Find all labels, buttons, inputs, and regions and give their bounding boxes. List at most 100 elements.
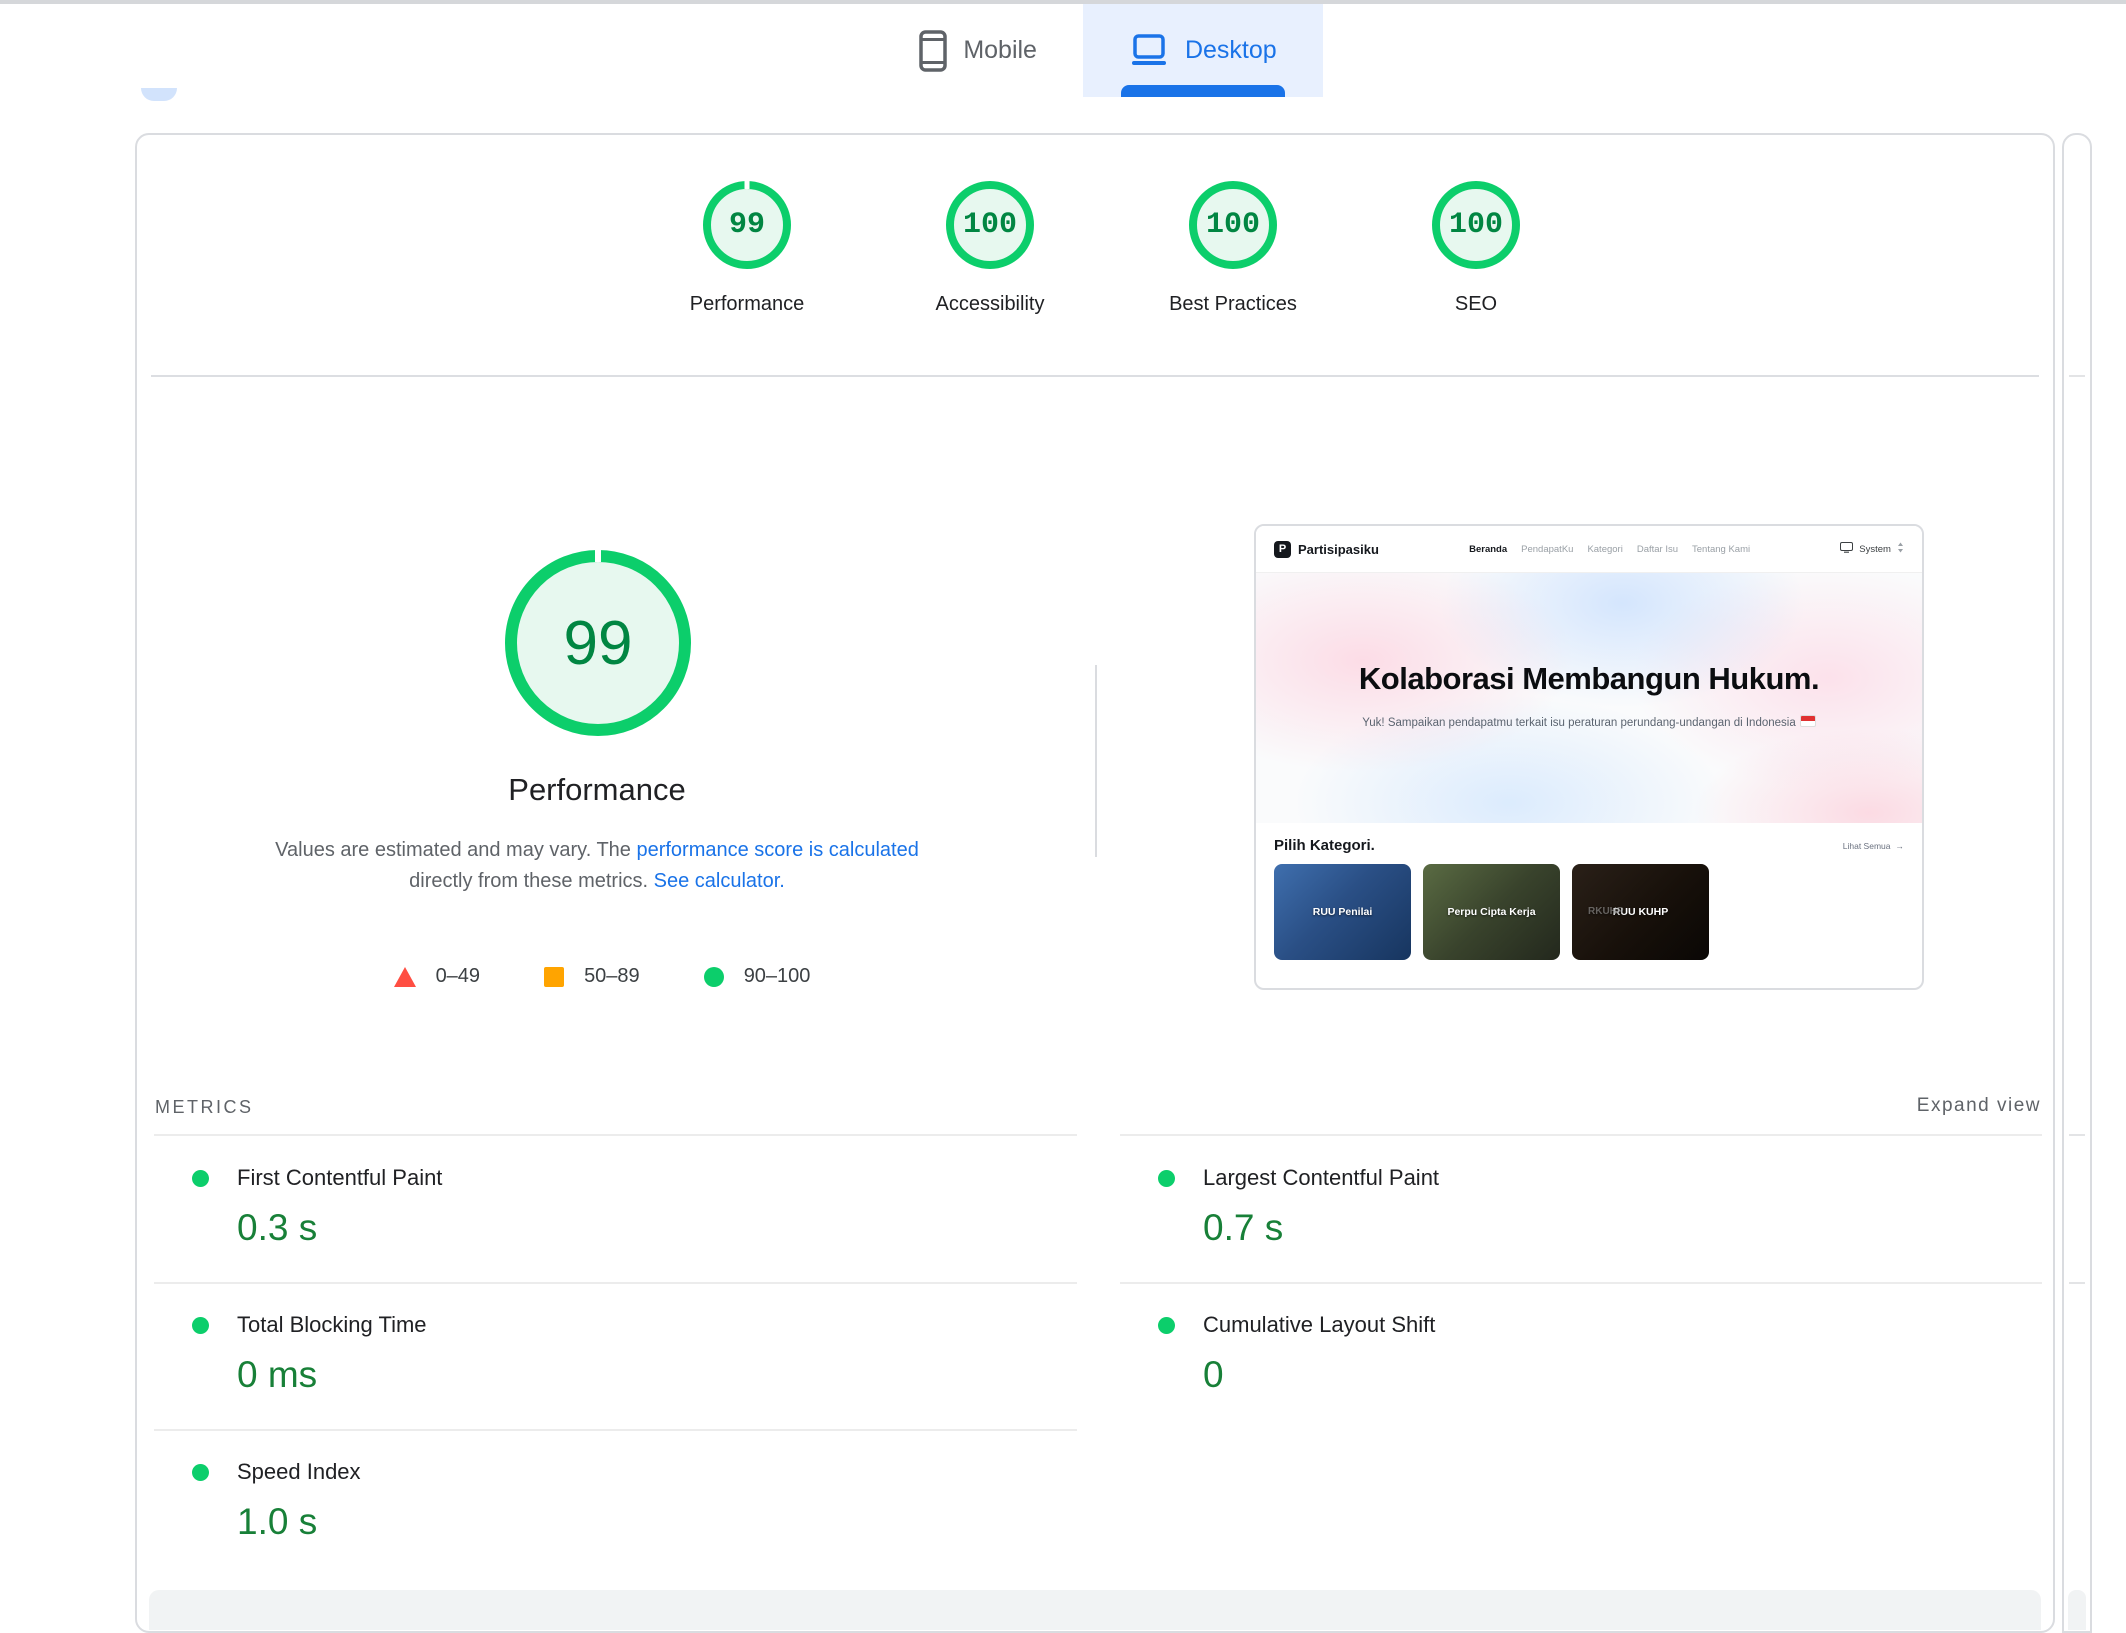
metric-value: 0 ms	[237, 1354, 318, 1395]
select-chevrons-icon	[1897, 542, 1904, 556]
thumb-brand: P Partisipasiku	[1274, 540, 1379, 558]
performance-score-label: Performance	[689, 293, 805, 315]
tab-selected-indicator	[1120, 85, 1285, 97]
metric-first-contentful-paint: First Contentful Paint 0.3 s	[192, 1165, 442, 1249]
thumb-category-cards: RUU Penilai Perpu Cipta Kerja RKUHP RUU …	[1256, 864, 1922, 960]
device-tabs: Mobile Desktop	[873, 4, 1323, 97]
pass-circle-icon	[703, 966, 724, 987]
thumb-brand-logo: P	[1274, 540, 1291, 558]
legend-pass: 90–100	[703, 965, 811, 988]
legend-pass-range: 90–100	[743, 965, 811, 987]
scores-divider	[151, 375, 2039, 377]
calculation-link[interactable]: performance score is calculated	[636, 839, 918, 861]
metric-name: Speed Index	[237, 1459, 361, 1484]
thumb-hero-title: Kolaborasi Membangun Hukum.	[1358, 661, 1820, 696]
tab-desktop[interactable]: Desktop	[1082, 4, 1323, 97]
seo-score-ring: 100	[1432, 181, 1520, 269]
score-best-practices[interactable]: 100 Best Practices	[1112, 181, 1355, 316]
tab-mobile-label: Mobile	[963, 36, 1037, 64]
score-description: Values are estimated and may vary. The p…	[207, 835, 987, 897]
metric-name: Cumulative Layout Shift	[1203, 1312, 1436, 1337]
thumb-card-ghost-text: RKUHP	[1588, 906, 1624, 917]
indonesia-flag-icon	[1799, 715, 1816, 727]
thumb-theme-select: System	[1840, 542, 1904, 556]
metrics-divider	[1120, 1282, 2042, 1284]
expand-view-button[interactable]: Expand view	[1917, 1095, 2041, 1117]
collapsed-section-bar	[149, 1590, 2041, 1630]
thumb-theme-label: System	[1859, 543, 1891, 555]
accessibility-score-label: Accessibility	[935, 293, 1045, 315]
metric-value: 1.0 s	[237, 1501, 318, 1542]
performance-score-value: 99	[728, 208, 765, 242]
metric-cumulative-layout-shift: Cumulative Layout Shift 0	[1158, 1312, 1435, 1396]
legend-fail: 0–49	[393, 965, 481, 988]
score-accessibility[interactable]: 100 Accessibility	[869, 181, 1112, 316]
thumb-card-perpu-cipta-kerja: Perpu Cipta Kerja	[1423, 864, 1560, 960]
performance-gauge: 99	[505, 549, 691, 736]
metric-name: Largest Contentful Paint	[1203, 1165, 1440, 1190]
pass-dot-icon	[192, 1316, 209, 1334]
performance-gauge-value: 99	[563, 608, 633, 678]
thumb-category-title: Pilih Kategori.	[1274, 837, 1375, 854]
score-seo[interactable]: 100 SEO	[1355, 181, 1598, 316]
legend-fail-range: 0–49	[435, 965, 481, 987]
metrics-divider	[154, 1282, 1077, 1284]
average-square-icon	[544, 966, 565, 987]
device-tabbar: Mobile Desktop	[0, 4, 2126, 97]
metric-value: 0	[1203, 1354, 1224, 1395]
best-practices-score-label: Best Practices	[1169, 293, 1297, 315]
metric-name: Total Blocking Time	[237, 1312, 427, 1337]
thumb-nav: Beranda PendapatKu Kategori Daftar Isu T…	[1469, 544, 1750, 555]
accessibility-score-ring: 100	[946, 181, 1034, 269]
scrolled-element-remnant	[141, 88, 177, 101]
category-scores-row: 99 Performance 100 Accessibility 100 Bes…	[137, 180, 2053, 316]
metric-largest-contentful-paint: Largest Contentful Paint 0.7 s	[1158, 1165, 1439, 1249]
monitor-icon	[1840, 542, 1854, 556]
pass-dot-icon	[1158, 1169, 1175, 1187]
performance-gauge-title: Performance	[508, 772, 686, 807]
thumb-card-ruu-kuhp: RKUHP RUU KUHP	[1572, 864, 1709, 960]
best-practices-score-ring: 100	[1189, 181, 1277, 269]
tab-desktop-label: Desktop	[1184, 36, 1277, 64]
thumb-brand-name: Partisipasiku	[1298, 541, 1379, 557]
legend-average: 50–89	[544, 965, 640, 988]
accessibility-score-value: 100	[962, 208, 1017, 242]
thumb-site-header: P Partisipasiku Beranda PendapatKu Kateg…	[1256, 526, 1922, 573]
pass-dot-icon	[192, 1463, 209, 1481]
description-text-2: directly from these metrics.	[409, 870, 654, 892]
thumb-nav-item: Kategori	[1587, 543, 1623, 555]
best-practices-score-value: 100	[1205, 208, 1260, 242]
metrics-divider	[154, 1134, 1077, 1136]
description-text-1: Values are estimated and may vary. The	[275, 839, 637, 861]
thumb-category-header: Pilih Kategori. Lihat Semua →	[1256, 823, 1922, 864]
mobile-phone-icon	[919, 29, 948, 72]
thumb-hero: Kolaborasi Membangun Hukum. Yuk! Sampaik…	[1256, 573, 1922, 823]
partial-card-edge	[2062, 133, 2092, 1633]
metric-total-blocking-time: Total Blocking Time 0 ms	[192, 1312, 427, 1396]
pass-dot-icon	[1158, 1316, 1175, 1334]
thumb-nav-item: PendapatKu	[1521, 543, 1574, 555]
performance-score-ring: 99	[703, 180, 791, 269]
metrics-divider	[1120, 1134, 2042, 1136]
pass-dot-icon	[192, 1169, 209, 1187]
thumb-nav-item: Beranda	[1469, 543, 1508, 555]
metric-name: First Contentful Paint	[237, 1165, 443, 1190]
page-screenshot-thumbnail[interactable]: P Partisipasiku Beranda PendapatKu Kateg…	[1254, 524, 1924, 990]
seo-score-label: SEO	[1454, 293, 1498, 315]
score-legend: 0–49 50–89 90–100	[137, 965, 1067, 988]
thumb-nav-item: Tentang Kami	[1692, 543, 1751, 555]
desktop-laptop-icon	[1129, 33, 1169, 68]
seo-score-value: 100	[1448, 208, 1503, 242]
report-card: 99 Performance 100 Accessibility 100 Bes…	[135, 133, 2055, 1633]
thumb-see-all-link: Lihat Semua →	[1842, 840, 1905, 851]
score-performance[interactable]: 99 Performance	[626, 180, 869, 316]
thumb-hero-subtitle: Yuk! Sampaikan pendapatmu terkait isu pe…	[1256, 715, 1922, 729]
see-calculator-link[interactable]: See calculator.	[654, 870, 785, 892]
column-divider	[1095, 665, 1097, 857]
metrics-section-title: METRICS	[155, 1097, 254, 1117]
metric-speed-index: Speed Index 1.0 s	[192, 1459, 361, 1543]
metrics-divider	[154, 1429, 1077, 1431]
tab-mobile[interactable]: Mobile	[873, 4, 1083, 97]
arrow-right-icon: →	[1895, 840, 1905, 851]
fail-triangle-icon	[393, 966, 416, 987]
